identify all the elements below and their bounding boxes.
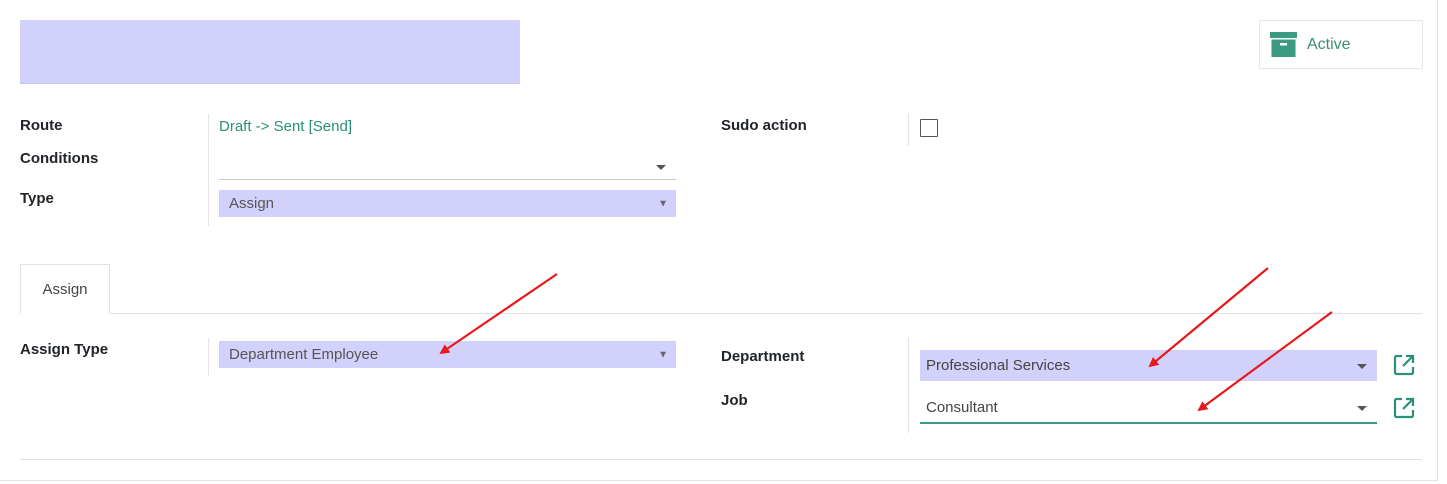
- tab-assign-label: Assign: [42, 280, 88, 298]
- annotation-arrow: [439, 273, 558, 355]
- annotation-arrow: [1197, 311, 1333, 412]
- tab-assign[interactable]: Assign: [20, 264, 110, 314]
- annotation-arrow: [1148, 267, 1269, 368]
- annotation-arrows: [439, 267, 1333, 412]
